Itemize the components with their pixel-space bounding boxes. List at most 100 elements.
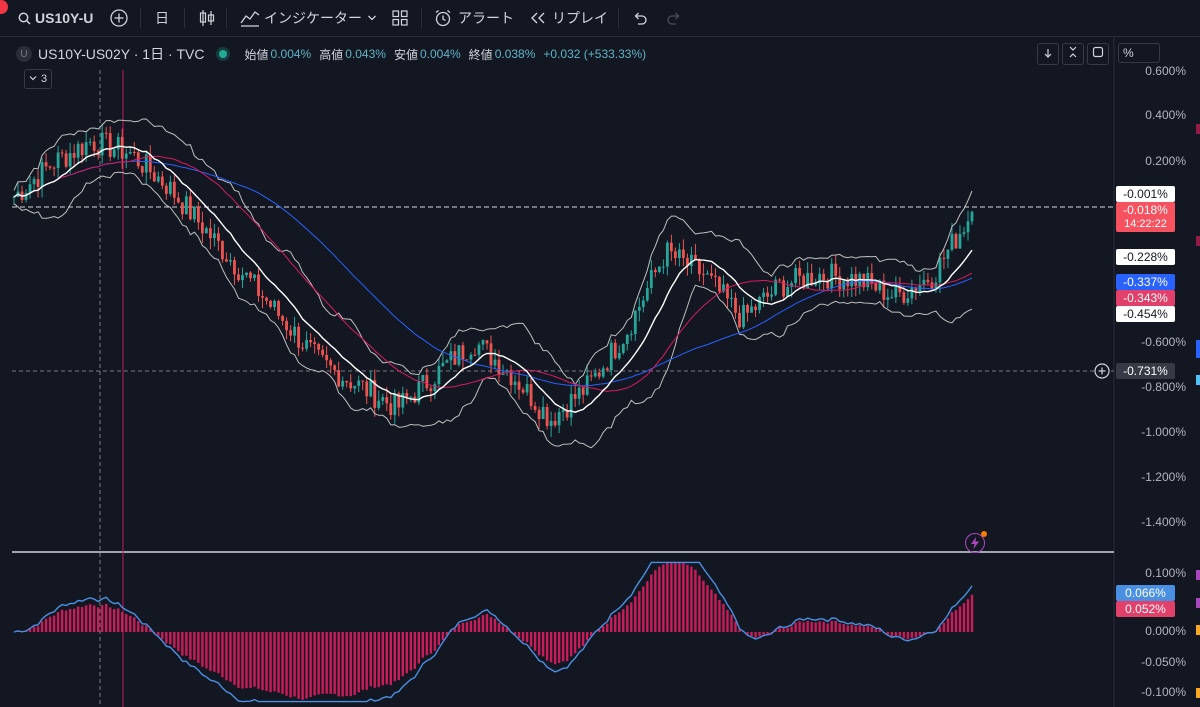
candle-body [922,279,926,286]
candle-body [64,153,68,167]
candle-body [553,420,557,426]
candle-body [762,292,765,298]
candle-body [164,185,168,194]
candle-body [946,249,950,259]
collapse-pane-button[interactable] [1062,43,1084,65]
candle-body [253,274,256,279]
side-marker [1196,598,1200,608]
candle-body [661,266,665,268]
candle-body [401,392,405,408]
maximize-pane-button[interactable] [1087,43,1109,65]
candle-body [954,233,958,249]
candle-body [88,141,92,143]
candle-body [180,202,184,215]
candle-body [317,343,321,350]
candle-body [68,153,72,167]
candle-body [409,396,413,398]
candle-body [40,162,44,187]
candle-body [297,326,300,348]
candle-body [649,270,653,288]
candle-body [966,221,970,233]
candle-body [32,179,36,185]
legend-close-label: 終値 [468,47,493,62]
candle-body [641,300,645,307]
maximize-icon [1092,45,1104,63]
candle-body [657,266,661,272]
side-marker [1196,688,1200,698]
candle-body [485,340,489,344]
candle-body [681,249,685,258]
candle-body [673,251,677,259]
price-chart[interactable] [0,0,1200,707]
candle-body [529,383,533,407]
candle-body [669,242,673,252]
legend-change-value: +0.032 (+533.33%) [543,47,647,61]
scroll-down-button[interactable] [1037,43,1059,65]
candle-body [942,257,946,259]
side-marker [1196,236,1200,246]
ma-blue-price-tag: -0.337% [1116,274,1175,290]
candle-body [938,257,942,283]
candle-body [561,410,565,412]
candle-body [750,306,753,313]
candle-body [156,176,160,182]
candle-body [593,372,597,377]
price-axis-label: -1.000% [1141,425,1186,439]
candle-body [345,380,349,383]
macd-axis-label: -0.050% [1141,655,1186,669]
candle-body [377,400,381,408]
candle-body [124,153,128,159]
candle-body [293,326,296,336]
candle-body [962,232,966,234]
candle-body [970,211,974,222]
indicators-collapse-toggle[interactable]: 3 [24,69,53,89]
candle-body [229,260,232,262]
candle-body [557,411,561,426]
candle-body [393,393,397,416]
candle-body [461,345,465,360]
candle-body [706,273,709,275]
candle-body [445,360,449,363]
candle-body [541,407,545,419]
legend-close-value: 0.038% [494,47,536,61]
candle-body [313,342,317,344]
candle-body [245,272,248,276]
candle-body [453,351,457,365]
candle-body [958,233,962,249]
candle-body [221,240,224,260]
candle-body [690,254,693,267]
candle-body [834,263,838,277]
price-axis-label: -0.600% [1141,335,1186,349]
bb-upper-price-tag: -0.001% [1116,186,1175,202]
candle-body [237,274,240,281]
candle-body [168,181,172,194]
candle-body [653,270,657,272]
indicator-count: 3 [41,73,48,85]
side-marker [1196,375,1200,385]
candle-body [621,343,625,353]
price-axis-label: -1.200% [1141,470,1186,484]
candle-body [830,263,834,289]
candle-body [48,166,52,168]
legend-title[interactable]: US10Y-US02Y · 1日 · TVC [38,44,205,64]
candle-body [365,381,369,397]
candle-body [601,368,605,377]
candle-body [381,397,385,401]
add-plus-icon[interactable] [1094,363,1110,379]
bb-basis-price-tag: -0.228% [1116,249,1175,265]
candle-body [786,286,790,297]
candle-body [874,283,878,291]
candle-body [421,374,425,382]
candle-body [766,292,769,297]
lightning-icon[interactable] [965,531,987,553]
candle-body [285,320,288,331]
scale-mode-box[interactable]: % [1118,43,1160,63]
candle-body [637,306,641,311]
candle-body [665,242,669,267]
candle-body [633,310,637,335]
symbol-badge: U [16,46,32,62]
candle-body [369,380,373,397]
market-status-dot [218,50,227,58]
candle-body [132,151,136,153]
candle-body [513,381,517,386]
